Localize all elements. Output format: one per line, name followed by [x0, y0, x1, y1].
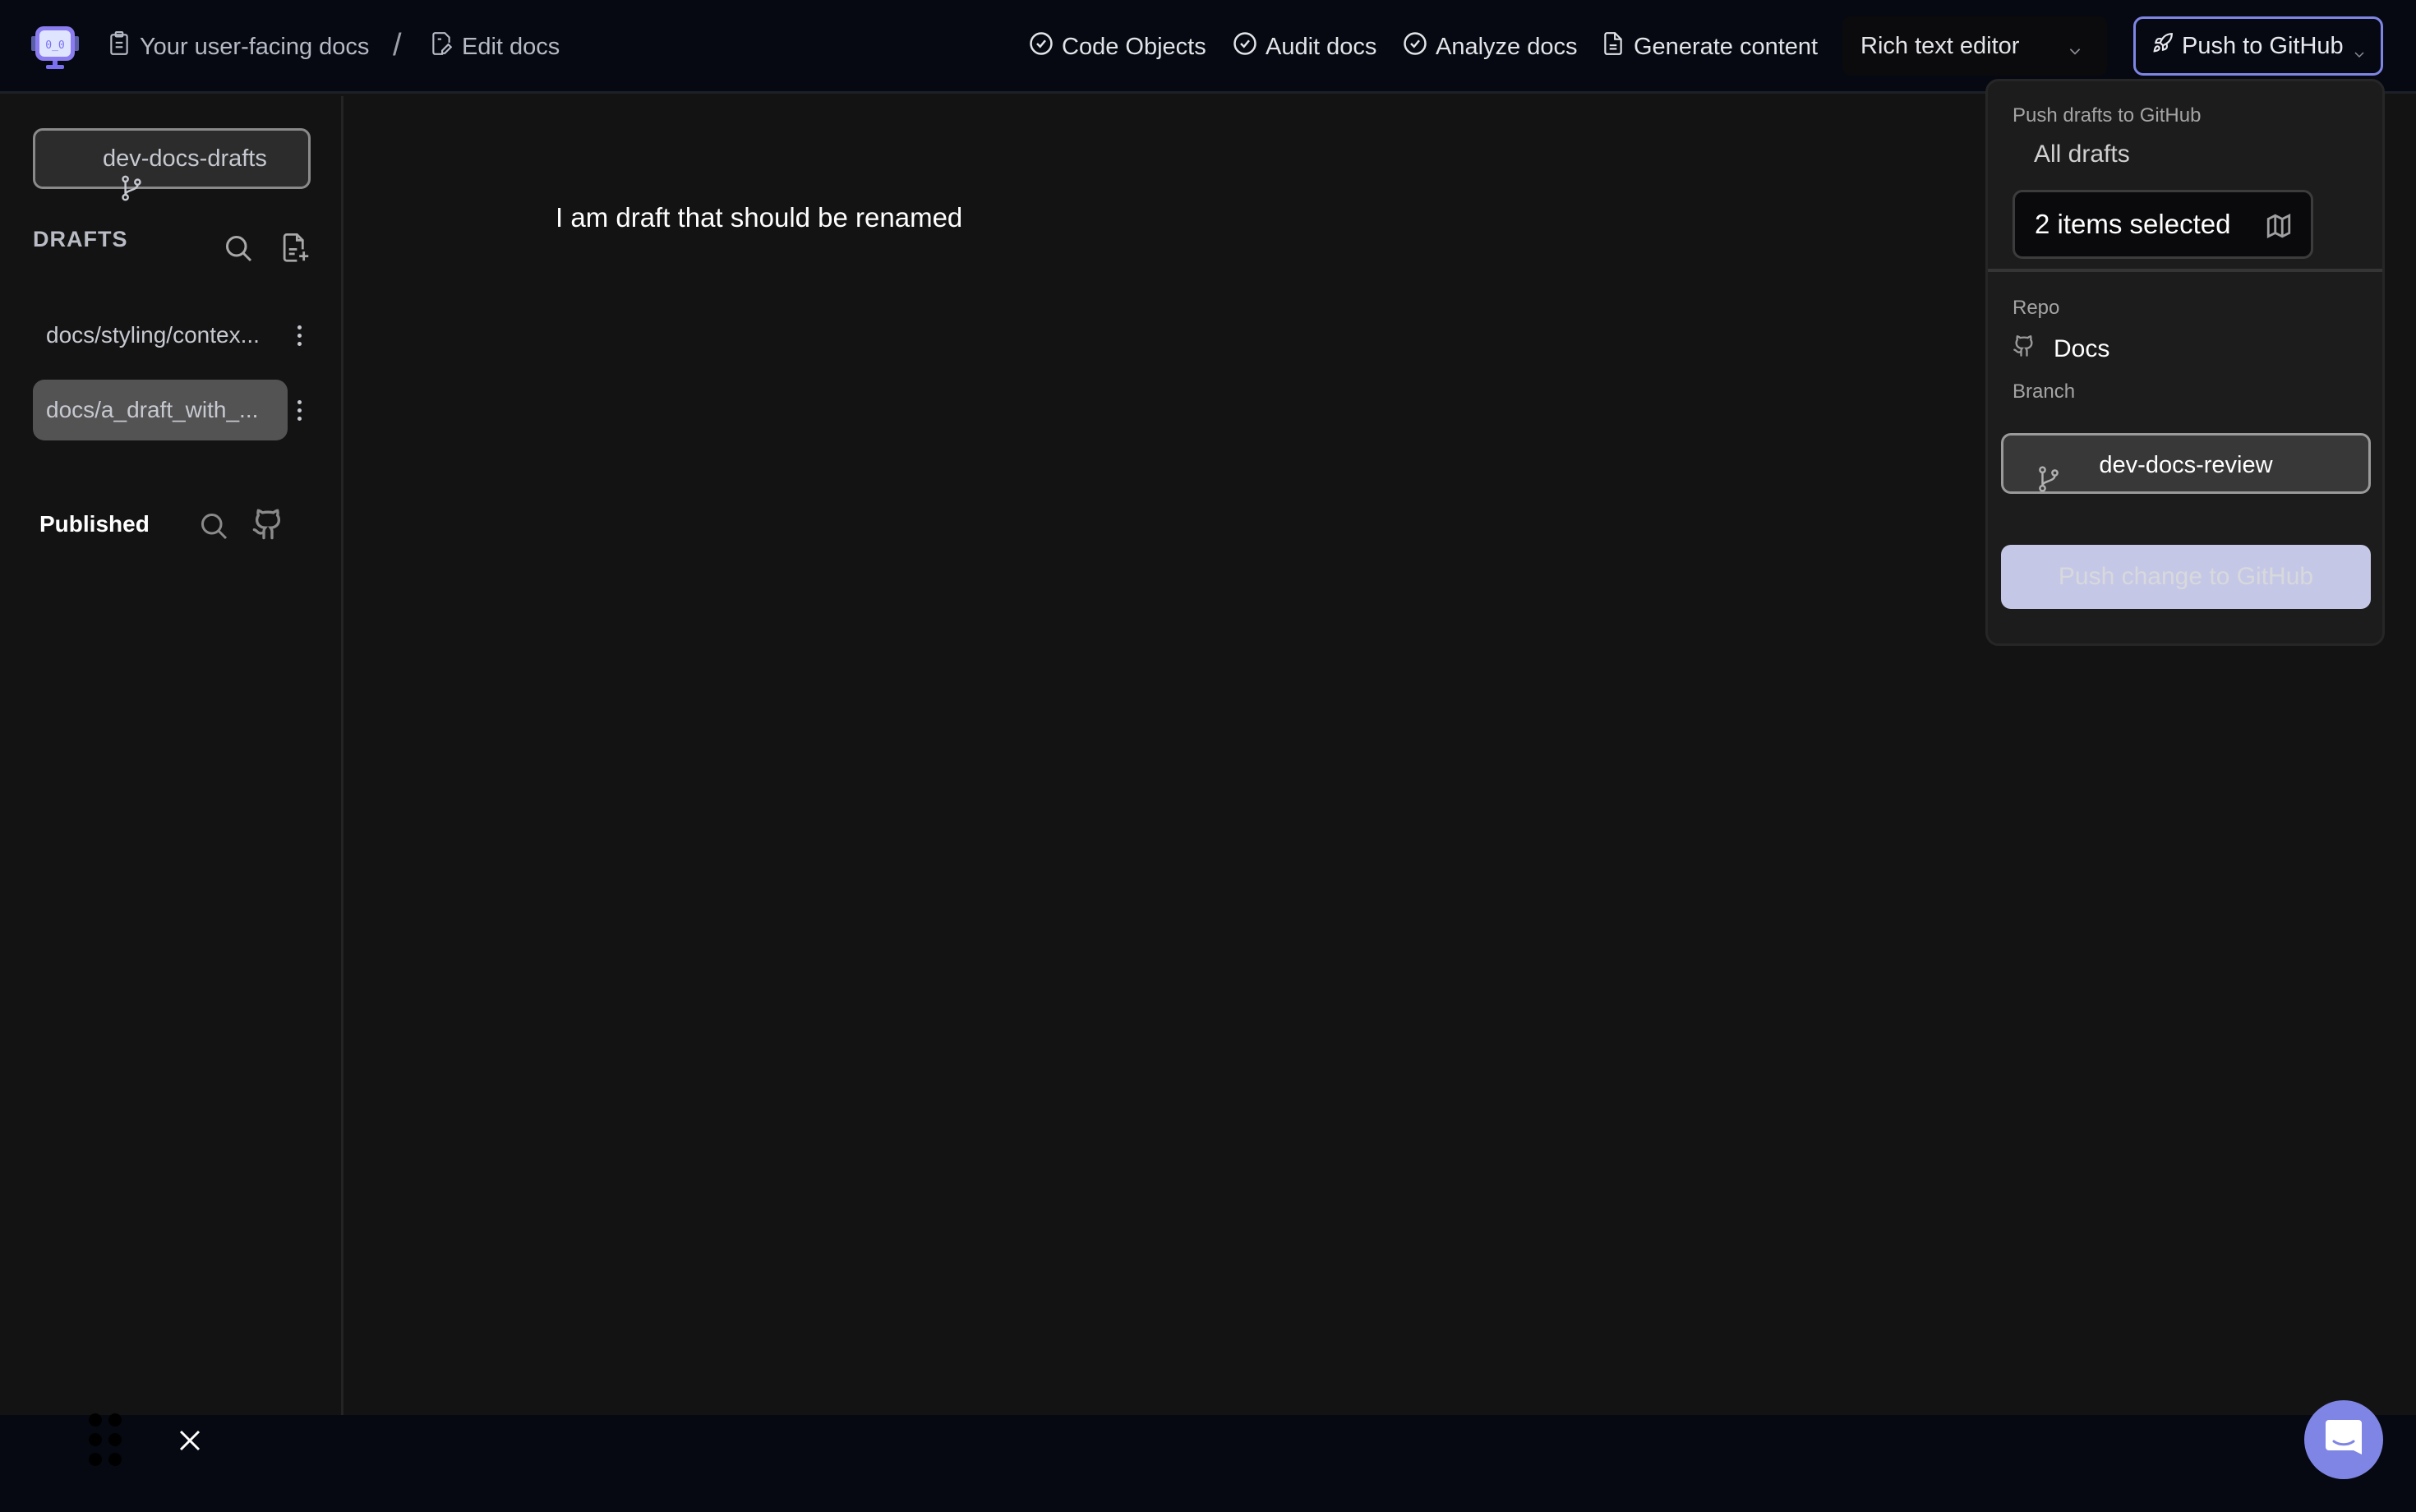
- breadcrumb-docs[interactable]: Your user-facing docs: [108, 30, 369, 64]
- breadcrumb-edit-docs-label: Edit docs: [462, 33, 560, 60]
- nav-analyze-docs-label: Analyze docs: [1436, 33, 1578, 60]
- chat-icon: [2326, 1418, 2362, 1462]
- drafts-heading: DRAFTS: [33, 227, 128, 251]
- draft-options-button[interactable]: [293, 319, 306, 352]
- push-drafts-popover: Push drafts to GitHub All drafts 2 items…: [1985, 79, 2385, 646]
- editor-content[interactable]: I am draft that should be renamed: [556, 202, 962, 233]
- draft-item-label: docs/styling/contex...: [46, 322, 260, 348]
- github-icon: [251, 508, 284, 545]
- file-text-icon: [1601, 31, 1625, 62]
- app-logo-icon[interactable]: 0_0: [31, 25, 79, 71]
- push-change-button[interactable]: Push change to GitHub: [2001, 545, 2371, 609]
- editor-mode-select[interactable]: Rich text editor: [1842, 16, 2107, 76]
- sidebar: [0, 96, 343, 1415]
- rocket-icon: [2152, 32, 2174, 60]
- chevron-down-icon: [2068, 38, 2082, 55]
- check-circle-icon: [1029, 31, 1054, 62]
- branch-label: Branch: [2013, 380, 2076, 403]
- target-branch-name: dev-docs-review: [2099, 452, 2273, 478]
- draft-item[interactable]: docs/styling/contex...: [33, 305, 288, 366]
- repo-label: Repo: [2013, 297, 2060, 319]
- nav-code-objects-label: Code Objects: [1062, 33, 1206, 60]
- nav-generate-content[interactable]: Generate content: [1601, 30, 1818, 64]
- nav-code-objects[interactable]: Code Objects: [1029, 30, 1206, 64]
- file-edit-icon: [431, 31, 453, 62]
- popover-divider: [1988, 269, 2382, 272]
- check-circle-icon: [1233, 31, 1257, 62]
- chevron-down-icon: [2353, 40, 2366, 58]
- scope-label: All drafts: [2034, 141, 2130, 168]
- breadcrumb-edit-docs[interactable]: Edit docs: [431, 30, 560, 64]
- bottom-toolbar: [0, 1415, 2416, 1512]
- nav-generate-content-label: Generate content: [1634, 33, 1819, 60]
- editor-mode-value: Rich text editor: [1860, 32, 2020, 59]
- popover-title: Push drafts to GitHub: [2013, 104, 2202, 127]
- published-heading: Published: [39, 511, 150, 537]
- repo-value: Docs: [2013, 334, 2109, 364]
- chat-support-button[interactable]: [2304, 1400, 2383, 1479]
- github-icon: [2013, 334, 2036, 364]
- svg-text:0_0: 0_0: [45, 39, 64, 52]
- github-published-button[interactable]: [251, 509, 284, 542]
- draft-item-label: docs/a_draft_with_...: [46, 397, 259, 422]
- close-icon[interactable]: [178, 1428, 202, 1453]
- push-to-github-label: Push to GitHub: [2182, 32, 2344, 59]
- file-plus-icon: [282, 233, 310, 267]
- search-drafts-button[interactable]: [222, 233, 255, 266]
- check-circle-icon: [1403, 31, 1427, 62]
- nav-audit-docs[interactable]: Audit docs: [1233, 30, 1376, 64]
- breadcrumb-docs-label: Your user-facing docs: [140, 33, 370, 60]
- draft-item-active[interactable]: docs/a_draft_with_...: [33, 380, 288, 440]
- nav-analyze-docs[interactable]: Analyze docs: [1403, 30, 1578, 64]
- clipboard-icon: [108, 31, 130, 62]
- breadcrumb-separator: /: [393, 28, 402, 62]
- selection-count: 2 items selected: [2035, 209, 2231, 239]
- new-draft-button[interactable]: [279, 233, 312, 266]
- push-to-github-button[interactable]: Push to GitHub: [2133, 16, 2383, 76]
- branch-selector[interactable]: dev-docs-drafts: [33, 128, 311, 201]
- drag-handle-icon[interactable]: [89, 1413, 123, 1466]
- target-branch-selector[interactable]: dev-docs-review: [2001, 433, 2371, 494]
- search-published-button[interactable]: [197, 511, 230, 544]
- nav-audit-docs-label: Audit docs: [1266, 33, 1377, 60]
- branch-name: dev-docs-drafts: [103, 145, 267, 172]
- drafts-multiselect[interactable]: 2 items selected: [2013, 190, 2313, 259]
- repo-name: Docs: [2054, 335, 2110, 362]
- search-icon: [224, 233, 253, 267]
- search-icon: [199, 511, 228, 545]
- draft-options-button[interactable]: [293, 394, 306, 426]
